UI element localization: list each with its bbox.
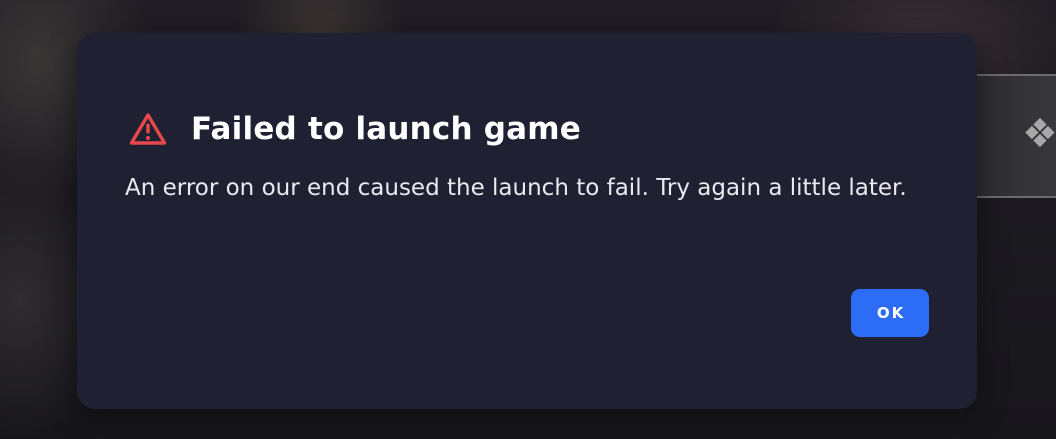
error-dialog: Failed to launch game An error on our en…: [77, 33, 977, 409]
warning-triangle-icon: [129, 112, 167, 146]
dialog-message: An error on our end caused the launch to…: [125, 175, 907, 201]
ok-button[interactable]: OK: [851, 289, 929, 337]
dialog-header: Failed to launch game: [129, 107, 581, 151]
dialog-title: Failed to launch game: [191, 111, 582, 147]
background-emblem-icon: ❖: [1022, 111, 1056, 157]
